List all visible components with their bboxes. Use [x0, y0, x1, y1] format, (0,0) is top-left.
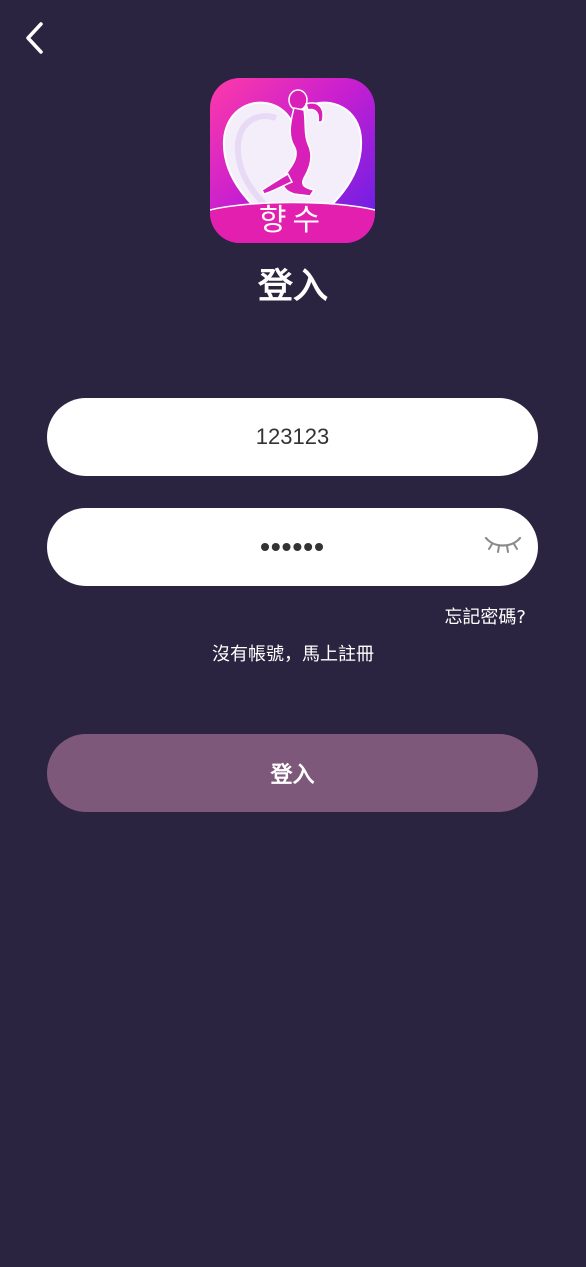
password-input[interactable] [47, 508, 538, 586]
forgot-password-link[interactable]: 忘記密碼? [444, 603, 526, 629]
eye-closed-icon[interactable] [484, 532, 522, 558]
logo-text: 향수 [258, 203, 327, 238]
username-field[interactable] [47, 398, 538, 476]
login-button[interactable]: 登入 [47, 734, 538, 812]
register-link[interactable]: 沒有帳號，馬上註冊 [0, 640, 586, 666]
app-logo: 향수 [210, 78, 375, 243]
username-input[interactable] [47, 398, 538, 476]
page-title: 登入 [257, 267, 328, 307]
chevron-left-icon [26, 22, 43, 54]
password-field[interactable] [47, 508, 538, 586]
back-button[interactable] [14, 18, 54, 58]
